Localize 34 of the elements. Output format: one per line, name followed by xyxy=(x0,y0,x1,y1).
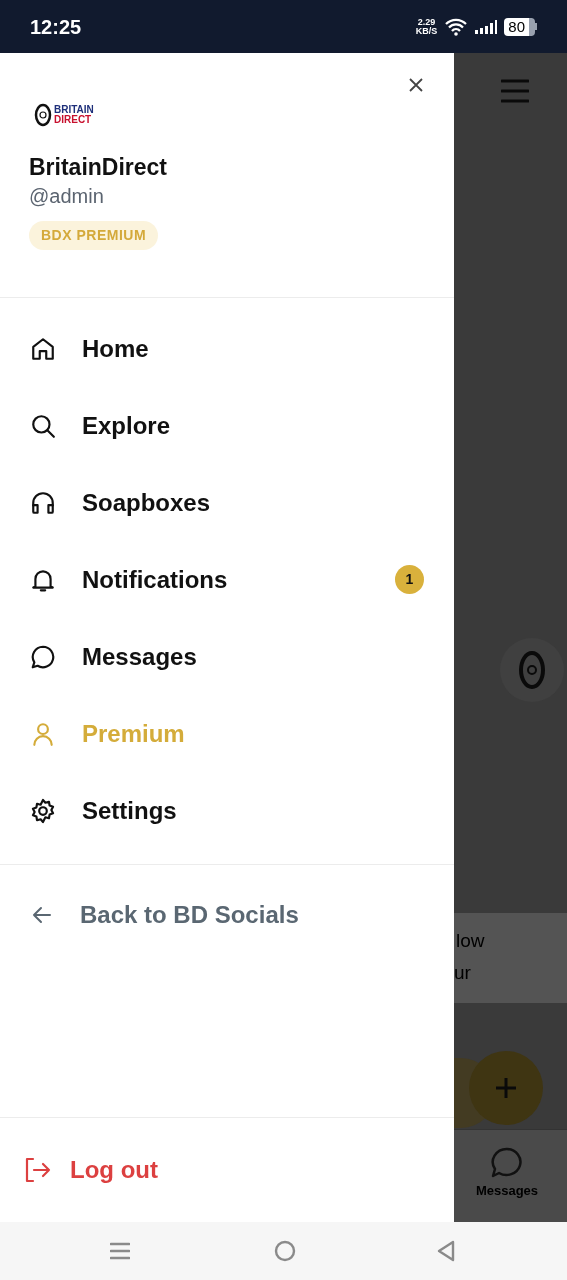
count-badge: 1 xyxy=(395,565,424,594)
gear-icon xyxy=(30,797,56,824)
plus-icon xyxy=(494,1076,518,1100)
logo: BRITAIN DIRECT xyxy=(34,100,425,130)
profile-name: BritainDirect xyxy=(29,153,169,182)
background-text: low xyxy=(456,929,485,953)
recent-apps-icon[interactable] xyxy=(110,1241,130,1261)
wifi-icon xyxy=(444,17,469,36)
chat-icon xyxy=(30,643,56,670)
menu-icon[interactable] xyxy=(501,79,529,103)
back-link[interactable]: Back to BD Socials xyxy=(0,865,454,965)
logout-button[interactable]: Log out xyxy=(0,1118,454,1222)
menu-item[interactable]: Home xyxy=(0,310,454,387)
signal-icon xyxy=(475,19,498,34)
close-icon xyxy=(408,77,424,93)
menu-item[interactable]: Explore xyxy=(0,387,454,464)
menu-item[interactable]: Messages xyxy=(0,618,454,695)
menu-item[interactable]: Soapboxes xyxy=(0,464,454,541)
back-nav-icon[interactable] xyxy=(436,1240,456,1262)
profile-handle: @admin xyxy=(29,184,105,209)
background-text: ur xyxy=(454,961,471,985)
search-icon xyxy=(30,412,56,439)
premium-badge: BDX PREMIUM xyxy=(29,221,159,250)
home-nav-icon[interactable] xyxy=(274,1240,296,1262)
chat-icon xyxy=(490,1147,524,1179)
menu-item[interactable]: Notifications 1 xyxy=(0,541,454,618)
battery-icon: 80 xyxy=(504,17,537,36)
logout-icon xyxy=(24,1157,52,1183)
status-time: 12:25 xyxy=(30,14,82,40)
home-icon xyxy=(30,335,56,362)
user-icon xyxy=(30,720,56,747)
network-speed: 2.29 KB/S xyxy=(415,17,438,36)
menu-item[interactable]: Settings xyxy=(0,772,454,849)
headset-icon xyxy=(30,489,56,516)
